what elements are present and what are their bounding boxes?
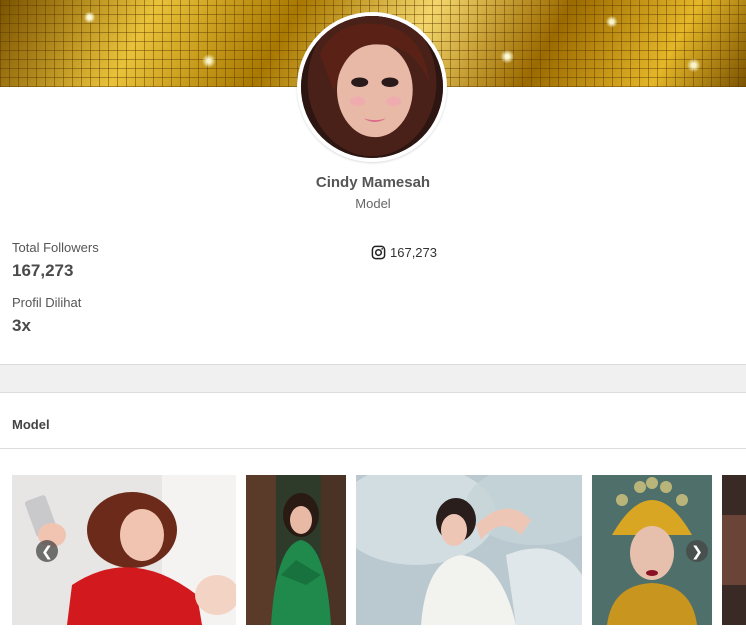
instagram-link[interactable]: 167,273 <box>371 245 437 260</box>
profile-name: Cindy Mamesah <box>315 174 431 191</box>
photo-gallery <box>0 475 746 625</box>
gallery-photo-5[interactable] <box>722 475 746 625</box>
avatar-photo <box>301 16 443 158</box>
followers-label: Total Followers <box>12 240 99 255</box>
instagram-icon <box>371 245 386 260</box>
arrow-left-icon[interactable]: ❮ <box>36 540 58 562</box>
profile-role: Model <box>355 196 391 211</box>
section-title: Model <box>12 417 50 432</box>
views-value: 3x <box>12 316 31 335</box>
section-rule <box>0 448 746 449</box>
followers-value: 167,273 <box>12 261 74 280</box>
instagram-count: 167,273 <box>390 245 437 260</box>
gallery-photo-3[interactable] <box>356 475 582 625</box>
arrow-right-icon[interactable]: ❯ <box>686 540 708 562</box>
gallery-photo-2[interactable] <box>246 475 346 625</box>
section-divider <box>0 364 746 393</box>
avatar[interactable] <box>297 12 447 162</box>
views-label: Profil Dilihat <box>12 295 82 310</box>
